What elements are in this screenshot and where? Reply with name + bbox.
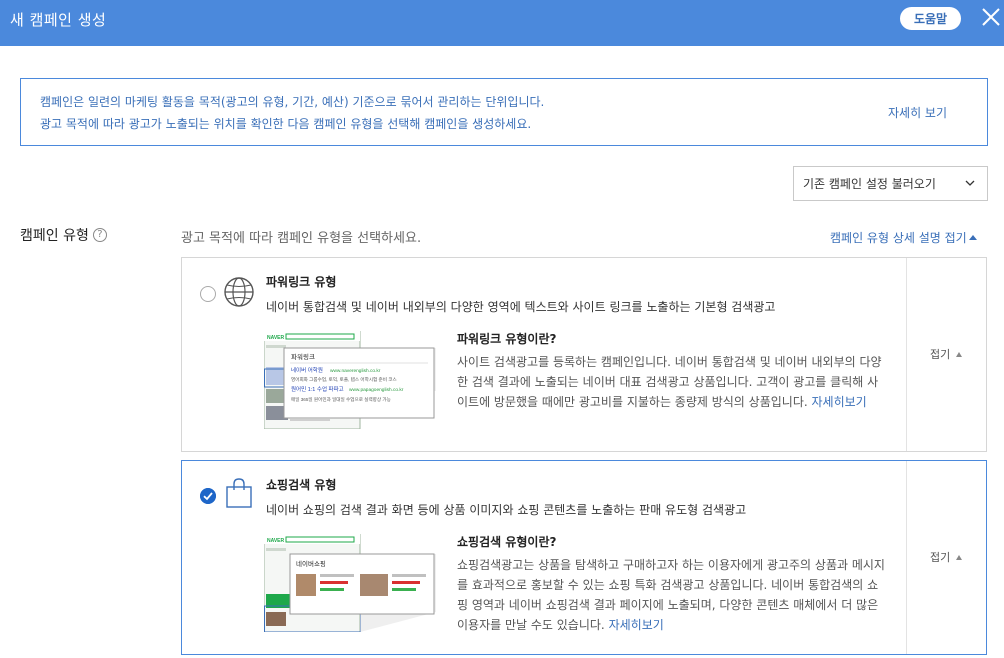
shopping-fold-label: 접기: [930, 551, 951, 564]
powerlink-thumb-ad2-url: www.papagoenglish.co.kr: [349, 387, 404, 393]
shopping-thumbnail: NAVER 네이버쇼핑: [264, 534, 436, 632]
powerlink-body: 사이트 검색광고를 등록하는 캠페인입니다. 네이버 통합검색 및 네이버 내외…: [457, 352, 887, 412]
modal-header: 새 캠페인 생성 도움말: [0, 0, 1004, 46]
shopping-thumb-panel-title: 네이버쇼핑: [296, 559, 326, 568]
check-icon[interactable]: [200, 488, 216, 504]
powerlink-thumb-panel-title: 파워링크: [291, 352, 315, 361]
collapse-detail-label: 캠페인 유형 상세 설명 접기: [830, 231, 967, 245]
shopping-thumb-brand: NAVER: [267, 538, 285, 544]
shopping-name: 쇼핑검색 유형: [266, 478, 337, 492]
collapse-detail-toggle[interactable]: 캠페인 유형 상세 설명 접기: [830, 229, 977, 246]
info-more-link[interactable]: 자세히 보기: [888, 104, 947, 121]
powerlink-sub-title: 파워링크 유형이란?: [457, 332, 557, 346]
question-circle-icon[interactable]: ?: [92, 228, 107, 242]
powerlink-thumb-ad1-url: www.naverenglish.co.kr: [330, 368, 381, 374]
campaign-type-card-shopping[interactable]: 쇼핑검색 유형 네이버 쇼핑의 검색 결과 화면 등에 상품 이미지와 쇼핑 콘…: [181, 460, 987, 655]
modal-title: 새 캠페인 생성: [10, 11, 107, 29]
close-icon[interactable]: [980, 6, 1002, 28]
shopping-sub-title: 쇼핑검색 유형이란?: [457, 535, 557, 549]
shopping-body-text: 쇼핑검색광고는 상품을 탐색하고 구매하고자 하는 이용자에게 광고주의 상품과…: [457, 558, 885, 632]
campaign-type-instruction: 광고 목적에 따라 캠페인 유형을 선택하세요.: [181, 231, 422, 246]
powerlink-name: 파워링크 유형: [266, 275, 337, 289]
shopping-description: 네이버 쇼핑의 검색 결과 화면 등에 상품 이미지와 쇼핑 콘텐츠를 노출하는…: [266, 503, 747, 517]
powerlink-fold-toggle[interactable]: 접기: [930, 346, 963, 362]
info-line-1: 캠페인은 일련의 마케팅 활동을 목적(광고의 유형, 기간, 예산) 기준으로…: [40, 95, 545, 109]
shopping-body: 쇼핑검색광고는 상품을 탐색하고 구매하고자 하는 이용자에게 광고주의 상품과…: [457, 555, 887, 635]
shopping-fold-toggle[interactable]: 접기: [930, 549, 963, 565]
campaign-type-label-text: 캠페인 유형: [20, 228, 89, 244]
powerlink-thumbnail: NAVER 파워링크 네이버 어학원 www.naverenglish.co.k…: [264, 331, 436, 429]
powerlink-thumb-ad2-title: 원어민 1:1 수업 파파고: [291, 385, 344, 393]
powerlink-thumb-brand: NAVER: [267, 335, 285, 341]
powerlink-fold-label: 접기: [930, 348, 951, 361]
powerlink-more-link[interactable]: 자세히보기: [812, 395, 867, 409]
card-divider: [906, 258, 907, 451]
load-existing-campaign-select[interactable]: 기존 캠페인 설정 불러오기: [793, 166, 988, 201]
caret-up-icon: [968, 235, 977, 240]
load-existing-label: 기존 캠페인 설정 불러오기: [803, 177, 936, 191]
powerlink-thumb-ad1-desc: 영어회화 그룹수업, 토익, 토플, 텝스 어학시험 준비 코스: [291, 376, 397, 383]
caret-up-icon: [956, 351, 963, 357]
globe-icon: [224, 277, 254, 307]
help-button[interactable]: 도움말: [900, 7, 961, 30]
info-line-2: 광고 목적에 따라 광고가 노출되는 위치를 확인한 다음 캠페인 유형을 선택…: [40, 117, 532, 131]
radio-powerlink[interactable]: [200, 286, 216, 302]
info-box: 캠페인은 일련의 마케팅 활동을 목적(광고의 유형, 기간, 예산) 기준으로…: [20, 78, 988, 146]
campaign-type-card-powerlink[interactable]: 파워링크 유형 네이버 통합검색 및 네이버 내외부의 다양한 영역에 텍스트와…: [181, 257, 987, 452]
campaign-type-label: 캠페인 유형 ?: [20, 225, 107, 245]
powerlink-description: 네이버 통합검색 및 네이버 내외부의 다양한 영역에 텍스트와 사이트 링크를…: [266, 300, 776, 314]
powerlink-thumb-ad2-desc: 매일 365일 원어민과 일대일 수업으로 실력향상 가능: [291, 396, 391, 403]
shopping-more-link[interactable]: 자세히보기: [609, 618, 664, 632]
card-divider: [906, 461, 907, 654]
chevron-down-icon: [965, 180, 975, 186]
powerlink-thumb-ad1-title: 네이버 어학원: [291, 366, 323, 374]
caret-up-icon: [956, 554, 963, 560]
shopping-bag-icon: [226, 478, 252, 508]
